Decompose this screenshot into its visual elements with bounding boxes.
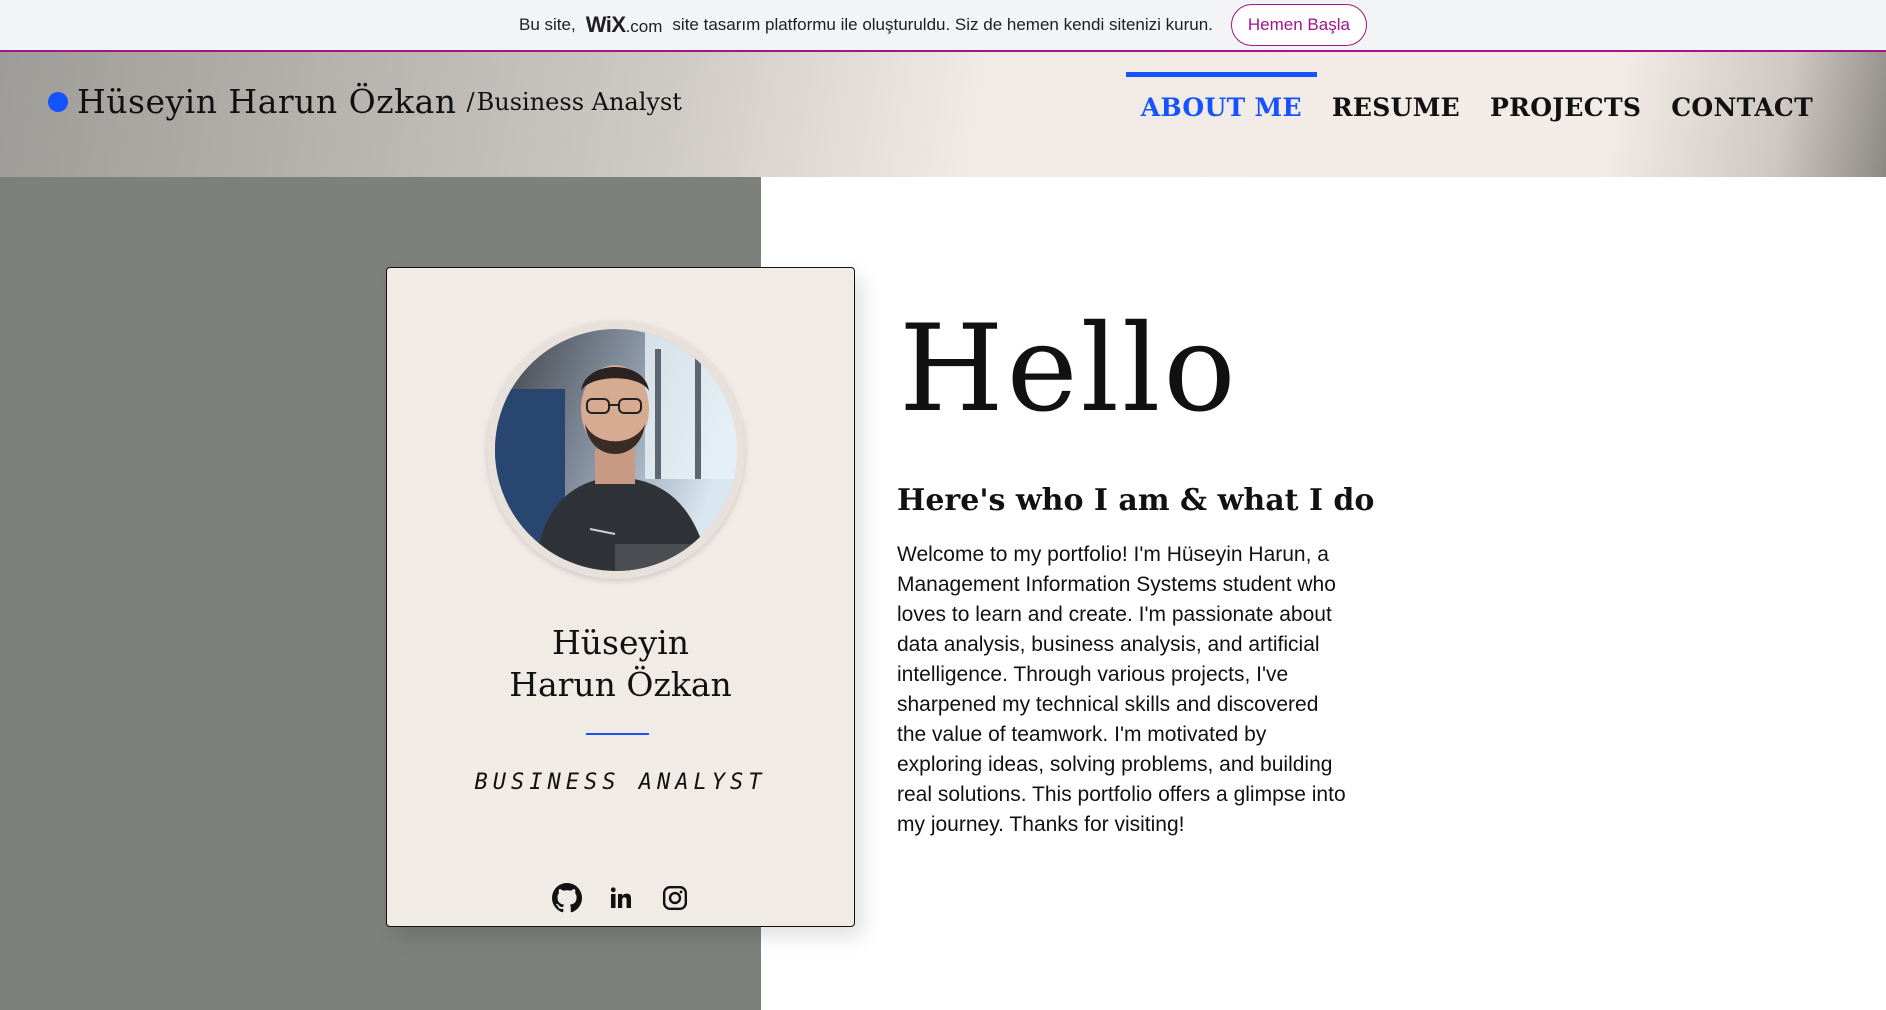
profile-card: Hüseyin Harun Özkan BUSINESS ANALYST xyxy=(386,267,855,927)
hello-heading: Hello xyxy=(899,300,1239,439)
nav-item-about-me[interactable]: ABOUT ME xyxy=(1125,72,1317,124)
wix-logo-text: WiX xyxy=(585,12,626,37)
site-brand[interactable]: Hüseyin Harun Özkan / Business Analyst xyxy=(48,82,682,121)
social-links xyxy=(387,883,854,913)
profile-photo-frame xyxy=(487,321,745,579)
card-name-line2: Harun Özkan xyxy=(509,665,732,704)
promo-text-after: site tasarım platformu ile oluşturuldu. … xyxy=(672,15,1213,34)
site-header: Hüseyin Harun Özkan / Business Analyst A… xyxy=(0,52,1886,177)
profile-photo-image xyxy=(495,329,737,571)
intro-subtitle: Here's who I am & what I do xyxy=(897,483,1375,518)
site-subtitle: Business Analyst xyxy=(476,87,682,116)
card-name: Hüseyin Harun Özkan xyxy=(387,622,854,706)
wix-logo[interactable]: WiX .com xyxy=(586,12,663,38)
title-separator: / xyxy=(466,87,475,116)
brand-dot-icon xyxy=(48,91,68,112)
intro-bio: Welcome to my portfolio! I'm Hüseyin Har… xyxy=(897,543,1346,836)
instagram-icon[interactable] xyxy=(660,883,690,913)
nav-item-contact[interactable]: CONTACT xyxy=(1656,72,1828,124)
linkedin-icon[interactable] xyxy=(606,883,636,913)
github-icon[interactable] xyxy=(551,883,582,913)
wix-promo-banner: Bu site, WiX .com site tasarım platformu… xyxy=(0,0,1886,52)
get-started-button[interactable]: Hemen Başla xyxy=(1230,4,1367,46)
profile-photo xyxy=(495,329,737,571)
card-name-line1: Hüseyin xyxy=(552,623,689,662)
promo-text-before: Bu site, xyxy=(519,15,576,34)
card-role: BUSINESS ANALYST xyxy=(474,770,767,795)
card-divider xyxy=(586,733,649,735)
site-title: Hüseyin Harun Özkan xyxy=(77,82,457,121)
nav-item-resume[interactable]: RESUME xyxy=(1317,72,1475,124)
wix-domain-text: .com xyxy=(625,17,663,36)
main-nav: ABOUT ME RESUME PROJECTS CONTACT xyxy=(1125,72,1828,124)
nav-item-projects[interactable]: PROJECTS xyxy=(1475,72,1656,124)
